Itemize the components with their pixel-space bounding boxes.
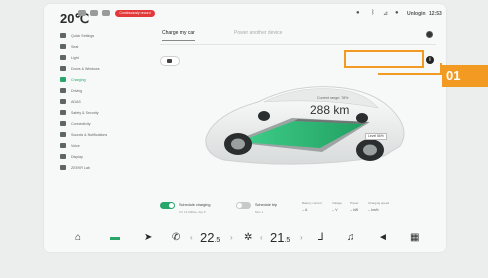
driver-temp-decimal: .5 xyxy=(214,237,221,244)
sidebar-item-seat[interactable]: Seat xyxy=(60,41,150,52)
location-icon: ● xyxy=(356,10,360,16)
range-value: 288 km xyxy=(310,103,350,117)
settings-sidebar: Quick Settings Seat Light Doors & Window… xyxy=(60,30,150,173)
sidebar-item-quick-settings[interactable]: Quick Settings xyxy=(60,30,150,41)
bluetooth-icon: ᛒ xyxy=(371,10,375,16)
speaker-icon xyxy=(60,132,66,137)
passenger-temp-decimal: .5 xyxy=(284,237,291,244)
phone-icon[interactable]: ✆ xyxy=(172,232,180,244)
shield-icon xyxy=(60,110,66,115)
schedule-charging-sub: 0 h 12:00Ma+ day 8 xyxy=(179,210,206,214)
sidebar-item-safety-security[interactable]: Safety & Security xyxy=(60,107,150,118)
sidebar-item-driving[interactable]: Driving xyxy=(60,85,150,96)
fan-icon[interactable]: ✲ xyxy=(244,232,252,244)
range-label: Current range: 78% xyxy=(317,96,349,100)
sidebar-item-doors-windows[interactable]: Doors & Windows xyxy=(60,63,150,74)
charge-settings-row: Schedule charging 0 h 12:00Ma+ day 8 Sch… xyxy=(160,198,438,220)
driver-temp-up-icon[interactable]: › xyxy=(230,233,233,242)
car-icon xyxy=(60,88,66,93)
plug-icon xyxy=(60,77,66,82)
tab-divider xyxy=(160,44,436,45)
toggle-icon xyxy=(60,33,66,38)
apps-grid-icon[interactable]: ▦ xyxy=(410,232,419,244)
light-icon xyxy=(60,55,66,60)
driver-temperature[interactable]: 22.5 xyxy=(200,230,220,245)
sidebar-item-connectivity[interactable]: Connectivity xyxy=(60,118,150,129)
car-status-icon xyxy=(78,10,86,16)
schedule-trip-label: Schedule trip xyxy=(255,203,278,207)
music-icon[interactable]: ♫ xyxy=(347,232,355,244)
user-icon[interactable]: ● xyxy=(395,10,399,16)
network-icon: ⊿ xyxy=(383,11,389,17)
callout-connector xyxy=(378,63,442,75)
sidebar-item-display[interactable]: Display xyxy=(60,151,150,162)
schedule-charging-toggle[interactable] xyxy=(160,202,175,209)
camera-icon xyxy=(102,10,110,16)
sidebar-item-light[interactable]: Light xyxy=(60,52,150,63)
seat-heat-icon[interactable]: ⅃ xyxy=(318,232,324,244)
passenger-temp-value: 21 xyxy=(270,230,285,245)
car-illustration xyxy=(205,86,405,165)
stat-battery-current-value: -- A xyxy=(302,208,308,212)
home-icon[interactable]: ⌂ xyxy=(75,232,81,244)
display-icon xyxy=(60,154,66,159)
signal-icon xyxy=(90,10,98,16)
user-login-label[interactable]: Unlogin xyxy=(407,11,426,17)
stat-charging-speed-value: -- km/h xyxy=(368,208,379,212)
schedule-charging-label: Schedule charging xyxy=(179,203,211,207)
tab-charge-my-car[interactable]: Charge my car xyxy=(162,30,195,41)
stat-voltage-value: -- V xyxy=(332,208,338,212)
clock: 12:53 xyxy=(429,11,442,17)
navigation-icon[interactable]: ➤ xyxy=(144,232,152,244)
callout-number: 01 xyxy=(442,65,488,87)
seat-icon xyxy=(60,44,66,49)
volume-icon[interactable]: ◄ xyxy=(378,232,388,244)
mic-icon xyxy=(60,143,66,148)
sidebar-item-zeekr-lab[interactable]: ZEEKR Lab xyxy=(60,162,150,173)
status-bar: 20℃ Continuously record ● ᛒ ⊿ ● Unlogin … xyxy=(44,4,446,26)
door-icon xyxy=(60,66,66,71)
passenger-temperature[interactable]: 21.5 xyxy=(270,230,290,245)
charge-limit-tag[interactable]: Level 56% xyxy=(365,133,387,140)
sidebar-item-sounds[interactable]: Sounds & Notifications xyxy=(60,129,150,140)
passenger-temp-down-icon[interactable]: ‹ xyxy=(260,233,263,242)
car-display-screen: 20℃ Continuously record ● ᛒ ⊿ ● Unlogin … xyxy=(44,4,446,252)
tab-power-another-device[interactable]: Power another device xyxy=(234,30,282,36)
adas-icon xyxy=(60,99,66,104)
sidebar-item-adas[interactable]: ADAS xyxy=(60,96,150,107)
wifi-icon xyxy=(60,121,66,126)
passenger-temp-up-icon[interactable]: › xyxy=(300,233,303,242)
sidebar-item-voice[interactable]: Voice xyxy=(60,140,150,151)
stat-voltage-label: Voltage xyxy=(332,201,343,205)
recording-badge[interactable]: Continuously record xyxy=(115,10,155,17)
schedule-trip-sub: Mon 1 xyxy=(255,210,264,214)
stat-battery-current-label: Battery current xyxy=(302,201,322,205)
stat-power-value: -- kW xyxy=(350,208,359,212)
sidebar-item-charging[interactable]: Charging xyxy=(60,74,150,85)
driver-temp-value: 22 xyxy=(200,230,215,245)
lab-icon xyxy=(60,165,66,170)
settings-gear-icon[interactable] xyxy=(426,31,433,38)
car-icon[interactable]: ▬ xyxy=(110,232,120,244)
climate-bar: ⌂ ▬ ➤ ✆ ‹ 22.5 › ✲ ‹ 21.5 › ⅃ ♫ ◄ ▦ xyxy=(44,224,446,252)
stat-power-label: Power xyxy=(350,201,359,205)
charge-port-button[interactable] xyxy=(160,56,180,66)
driver-temp-down-icon[interactable]: ‹ xyxy=(190,233,193,242)
schedule-trip-toggle[interactable] xyxy=(236,202,251,209)
stat-charging-speed-label: Charging speed xyxy=(368,201,390,205)
